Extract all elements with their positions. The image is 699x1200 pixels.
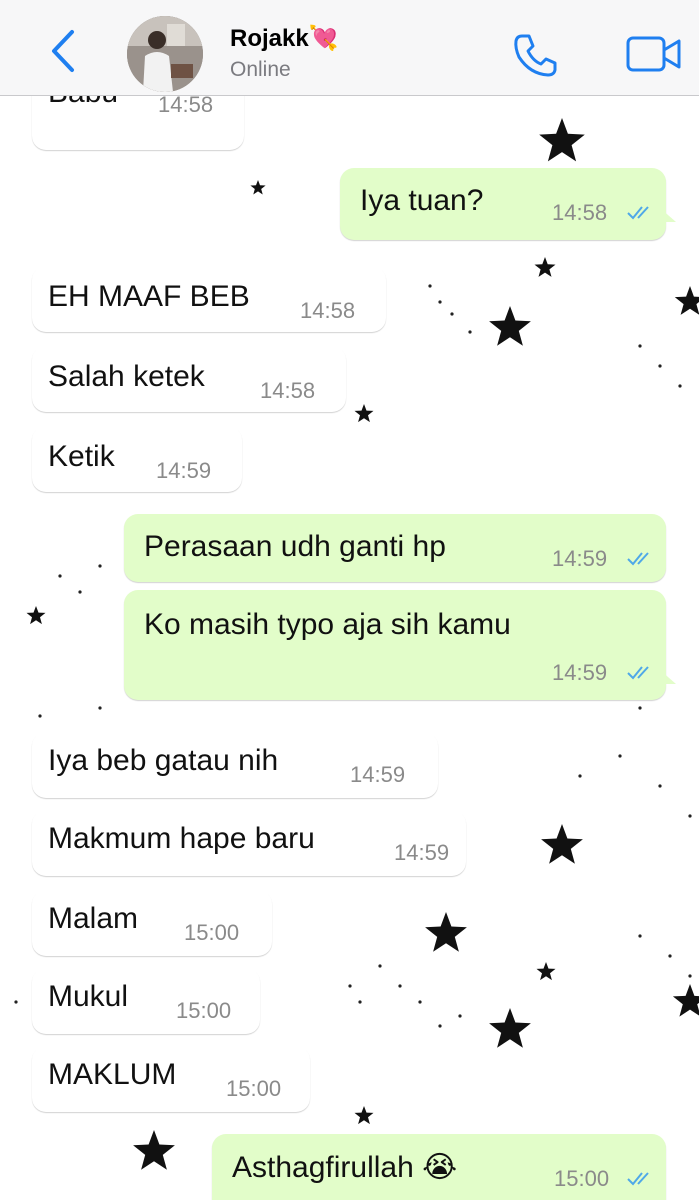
message-bubble-incoming[interactable]: Makmum hape baru 14:59 [32, 810, 466, 876]
double-check-icon [627, 1172, 649, 1186]
star-decoration [541, 824, 583, 864]
dot-decoration [678, 384, 682, 388]
message-bubble-outgoing[interactable]: Iya tuan? 14:58 [340, 168, 676, 240]
message-text: Iya beb gatau nih [48, 744, 279, 777]
dot-decoration [638, 344, 642, 348]
message-text: MAKLUM [48, 1058, 177, 1091]
message-time: 15:00 [226, 1076, 282, 1101]
message-text: Babu [48, 96, 118, 110]
message-time: 14:58 [300, 298, 356, 323]
message-time: 14:59 [552, 546, 608, 571]
message-bubble-outgoing[interactable]: Ko masih typo aja sih kamu 14:59 [124, 590, 676, 700]
message-text: Asthagfirullah 😭 [232, 1151, 458, 1184]
message-bubble-incoming[interactable]: Malam 15:00 [32, 890, 272, 956]
message-bubble-outgoing[interactable]: Asthagfirullah 😭 15:00 [212, 1134, 666, 1200]
dot-decoration [668, 954, 672, 958]
message-bubble-incoming[interactable]: Mukul 15:00 [32, 968, 260, 1034]
dot-decoration [450, 312, 454, 316]
dot-decoration [638, 934, 642, 938]
star-decoration [354, 1106, 374, 1125]
dot-decoration [638, 706, 642, 710]
bubble-tail [660, 208, 676, 222]
dot-decoration [428, 284, 432, 288]
message-time: 14:59 [394, 840, 450, 865]
double-check-icon [627, 552, 649, 566]
dot-decoration [578, 774, 582, 778]
message-text: Iya tuan? [360, 184, 484, 217]
message-text: EH MAAF BEB [48, 280, 250, 313]
message-bubble-incoming[interactable]: MAKLUM 15:00 [32, 1046, 310, 1112]
chat-area[interactable]: Babu 14:58 Iya tuan? 14:58 EH MAAF BEB 1… [0, 96, 699, 1200]
message-text: Makmum hape baru [48, 822, 315, 855]
chat-header: Rojakk💘 Online [0, 0, 699, 96]
dot-decoration [358, 1000, 362, 1004]
star-decoration [26, 606, 46, 625]
message-time: 14:59 [156, 458, 212, 483]
message-bubble-incoming[interactable]: Iya beb gatau nih 14:59 [32, 732, 438, 798]
star-decoration [672, 984, 699, 1017]
star-decoration [425, 912, 467, 952]
dot-decoration [38, 714, 42, 718]
video-camera-icon [626, 36, 681, 72]
message-time: 14:58 [260, 378, 316, 403]
star-decoration [674, 286, 699, 315]
double-check-icon [627, 206, 649, 220]
star-decoration [489, 1008, 531, 1048]
contact-name[interactable]: Rojakk💘 [230, 24, 339, 53]
message-time: 15:00 [554, 1166, 610, 1191]
message-time: 14:59 [350, 762, 406, 787]
message-bubble-incoming[interactable]: Ketik 14:59 [32, 426, 242, 492]
back-button[interactable] [42, 26, 82, 76]
dot-decoration [98, 706, 102, 710]
message-text: Ko masih typo aja sih kamu [144, 608, 511, 641]
avatar[interactable] [127, 16, 203, 92]
star-decoration [489, 306, 531, 346]
message-time: 15:00 [176, 998, 232, 1023]
bubble-tail [660, 670, 676, 684]
star-decoration [354, 404, 374, 423]
dot-decoration [438, 300, 442, 304]
dot-decoration [618, 754, 622, 758]
dot-decoration [398, 984, 402, 988]
dot-decoration [348, 984, 352, 988]
message-text: Malam [48, 902, 139, 935]
dot-decoration [688, 974, 692, 978]
message-text: Perasaan udh ganti hp [144, 530, 446, 563]
video-call-button[interactable] [626, 35, 682, 73]
message-time: 14:58 [552, 200, 608, 225]
voice-call-button[interactable] [510, 30, 560, 80]
star-decoration [133, 1130, 175, 1170]
dot-decoration [98, 564, 102, 568]
star-decoration [534, 257, 556, 277]
dot-decoration [14, 1000, 18, 1004]
star-decoration [250, 180, 266, 195]
dot-decoration [658, 784, 662, 788]
dot-decoration [378, 964, 382, 968]
avatar-photo [127, 16, 203, 92]
phone-icon [514, 34, 557, 77]
message-text: Salah ketek [48, 360, 205, 393]
dot-decoration [468, 330, 472, 334]
message-bubble-outgoing[interactable]: Perasaan udh ganti hp 14:59 [124, 514, 666, 582]
star-decoration [539, 118, 585, 162]
contact-status: Online [230, 58, 291, 81]
message-time: 15:00 [184, 920, 240, 945]
dot-decoration [438, 1024, 442, 1028]
star-decoration [536, 962, 556, 981]
message-bubble-incoming[interactable]: Babu 14:58 [32, 96, 244, 150]
chevron-left-icon [52, 30, 74, 72]
dot-decoration [688, 814, 692, 818]
dot-decoration [58, 574, 62, 578]
dot-decoration [78, 590, 82, 594]
double-check-icon [627, 666, 649, 680]
message-time: 14:58 [158, 96, 214, 117]
dot-decoration [658, 364, 662, 368]
message-text: Mukul [48, 980, 129, 1013]
message-time: 14:59 [552, 660, 608, 685]
message-text: Ketik [48, 440, 115, 473]
dot-decoration [458, 1014, 462, 1018]
message-bubble-incoming[interactable]: Salah ketek 14:58 [32, 346, 346, 412]
dot-decoration [418, 1000, 422, 1004]
message-bubble-incoming[interactable]: EH MAAF BEB 14:58 [32, 266, 386, 332]
